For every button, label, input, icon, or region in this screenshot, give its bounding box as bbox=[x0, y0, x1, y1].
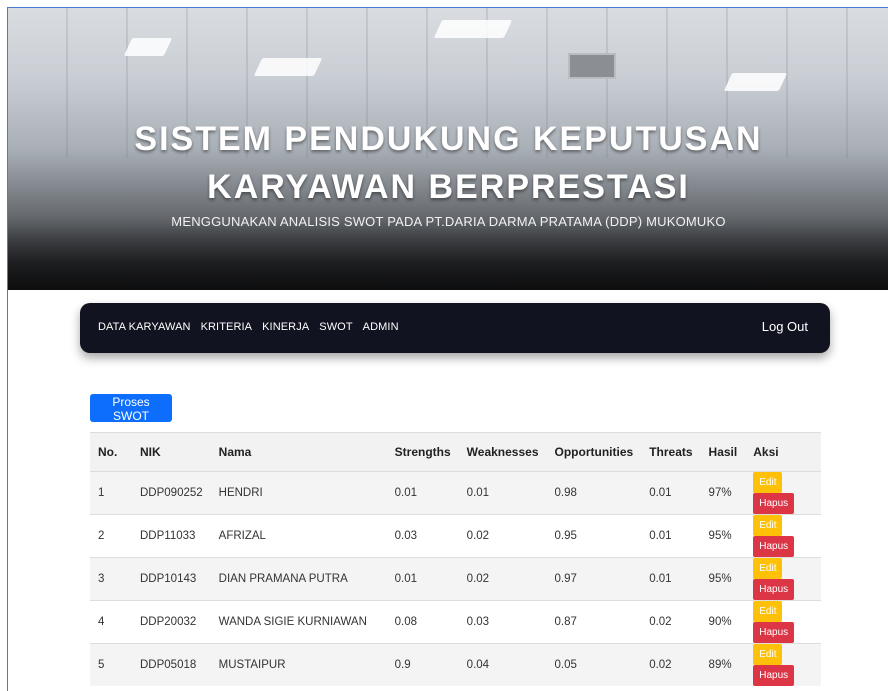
cell-weaknesses: 0.02 bbox=[458, 514, 547, 558]
table-row: 3 DDP10143 DIAN PRAMANA PUTRA 0.01 0.02 … bbox=[90, 557, 821, 601]
ceiling-vent bbox=[568, 53, 616, 79]
cell-threats: 0.01 bbox=[641, 557, 701, 601]
nav-item-admin[interactable]: ADMIN bbox=[363, 321, 399, 333]
edit-button[interactable]: Edit bbox=[753, 472, 783, 493]
cell-strengths: 0.9 bbox=[386, 643, 459, 686]
ceiling-light bbox=[253, 58, 323, 76]
cell-opportunities: 0.05 bbox=[546, 643, 642, 686]
hero-banner: SISTEM PENDUKUNG KEPUTUSAN KARYAWAN BERP… bbox=[8, 8, 888, 290]
column-header-strengths: Strengths bbox=[386, 432, 459, 472]
proses-swot-button[interactable]: Proses SWOT bbox=[90, 394, 172, 423]
column-header-nik: NIK bbox=[132, 432, 211, 472]
column-header-opportunities: Opportunities bbox=[546, 432, 642, 472]
nav-menu: DATA KARYAWAN KRITERIA KINERJA SWOT ADMI… bbox=[98, 321, 399, 333]
cell-aksi: EditHapus bbox=[745, 643, 821, 686]
hapus-button[interactable]: Hapus bbox=[753, 536, 795, 557]
cell-no: 1 bbox=[90, 471, 132, 515]
cell-hasil: 97% bbox=[700, 471, 746, 515]
cell-opportunities: 0.87 bbox=[546, 600, 642, 644]
hapus-button[interactable]: Hapus bbox=[753, 665, 795, 686]
nav-item-data-karyawan[interactable]: DATA KARYAWAN bbox=[98, 321, 191, 333]
hero-subtitle: MENGGUNAKAN ANALISIS SWOT PADA PT.DARIA … bbox=[171, 214, 726, 229]
logout-link[interactable]: Log Out bbox=[762, 319, 808, 334]
ceiling-light bbox=[433, 20, 513, 38]
cell-aksi: EditHapus bbox=[745, 514, 821, 558]
swot-results-table: No. NIK Nama Strengths Weaknesses Opport… bbox=[90, 432, 821, 686]
edit-button[interactable]: Edit bbox=[753, 558, 783, 579]
cell-nik: DDP10143 bbox=[132, 557, 211, 601]
cell-hasil: 89% bbox=[700, 643, 746, 686]
cell-nama: MUSTAIPUR bbox=[210, 643, 387, 686]
nav-item-kriteria[interactable]: KRITERIA bbox=[201, 321, 253, 333]
cell-no: 2 bbox=[90, 514, 132, 558]
column-header-aksi: Aksi bbox=[745, 432, 821, 472]
cell-threats: 0.01 bbox=[641, 514, 701, 558]
cell-hasil: 95% bbox=[700, 514, 746, 558]
cell-nama: WANDA SIGIE KURNIAWAN bbox=[210, 600, 387, 644]
cell-hasil: 95% bbox=[700, 557, 746, 601]
column-header-nama: Nama bbox=[210, 432, 387, 472]
column-header-weaknesses: Weaknesses bbox=[458, 432, 547, 472]
ceiling-light bbox=[123, 38, 173, 56]
table-row: 4 DDP20032 WANDA SIGIE KURNIAWAN 0.08 0.… bbox=[90, 600, 821, 644]
cell-opportunities: 0.95 bbox=[546, 514, 642, 558]
hero-title-line1: SISTEM PENDUKUNG KEPUTUSAN bbox=[134, 120, 763, 158]
table-header-row: No. NIK Nama Strengths Weaknesses Opport… bbox=[90, 432, 821, 472]
edit-button[interactable]: Edit bbox=[753, 644, 783, 665]
cell-weaknesses: 0.01 bbox=[458, 471, 547, 515]
cell-no: 4 bbox=[90, 600, 132, 644]
hero-floor-shade bbox=[8, 220, 888, 290]
cell-threats: 0.01 bbox=[641, 471, 701, 515]
browser-viewport: SISTEM PENDUKUNG KEPUTUSAN KARYAWAN BERP… bbox=[7, 7, 888, 691]
nav-item-swot[interactable]: SWOT bbox=[319, 321, 352, 333]
cell-opportunities: 0.97 bbox=[546, 557, 642, 601]
column-header-threats: Threats bbox=[641, 432, 701, 472]
table-row: 1 DDP090252 HENDRI 0.01 0.01 0.98 0.01 9… bbox=[90, 471, 821, 515]
cell-threats: 0.02 bbox=[641, 600, 701, 644]
column-header-no: No. bbox=[90, 432, 132, 472]
cell-strengths: 0.01 bbox=[386, 471, 459, 515]
cell-aksi: EditHapus bbox=[745, 471, 821, 515]
cell-strengths: 0.01 bbox=[386, 557, 459, 601]
hapus-button[interactable]: Hapus bbox=[753, 493, 795, 514]
cell-nik: DDP11033 bbox=[132, 514, 211, 558]
cell-nik: DDP05018 bbox=[132, 643, 211, 686]
cell-aksi: EditHapus bbox=[745, 557, 821, 601]
ceiling-light bbox=[723, 73, 788, 91]
cell-weaknesses: 0.04 bbox=[458, 643, 547, 686]
hero-title-line2: KARYAWAN BERPRESTASI bbox=[207, 168, 690, 206]
cell-weaknesses: 0.03 bbox=[458, 600, 547, 644]
cell-strengths: 0.08 bbox=[386, 600, 459, 644]
cell-threats: 0.02 bbox=[641, 643, 701, 686]
cell-nik: DDP20032 bbox=[132, 600, 211, 644]
table-row: 5 DDP05018 MUSTAIPUR 0.9 0.04 0.05 0.02 … bbox=[90, 643, 821, 686]
column-header-hasil: Hasil bbox=[700, 432, 746, 472]
cell-nama: AFRIZAL bbox=[210, 514, 387, 558]
main-navbar: DATA KARYAWAN KRITERIA KINERJA SWOT ADMI… bbox=[80, 303, 830, 353]
cell-opportunities: 0.98 bbox=[546, 471, 642, 515]
cell-hasil: 90% bbox=[700, 600, 746, 644]
cell-no: 3 bbox=[90, 557, 132, 601]
cell-no: 5 bbox=[90, 643, 132, 686]
table-row: 2 DDP11033 AFRIZAL 0.03 0.02 0.95 0.01 9… bbox=[90, 514, 821, 558]
hapus-button[interactable]: Hapus bbox=[753, 622, 795, 643]
cell-nik: DDP090252 bbox=[132, 471, 211, 515]
edit-button[interactable]: Edit bbox=[753, 515, 783, 536]
hapus-button[interactable]: Hapus bbox=[753, 579, 795, 600]
cell-aksi: EditHapus bbox=[745, 600, 821, 644]
nav-item-kinerja[interactable]: KINERJA bbox=[262, 321, 309, 333]
cell-nama: DIAN PRAMANA PUTRA bbox=[210, 557, 387, 601]
cell-weaknesses: 0.02 bbox=[458, 557, 547, 601]
cell-nama: HENDRI bbox=[210, 471, 387, 515]
cell-strengths: 0.03 bbox=[386, 514, 459, 558]
edit-button[interactable]: Edit bbox=[753, 601, 783, 622]
